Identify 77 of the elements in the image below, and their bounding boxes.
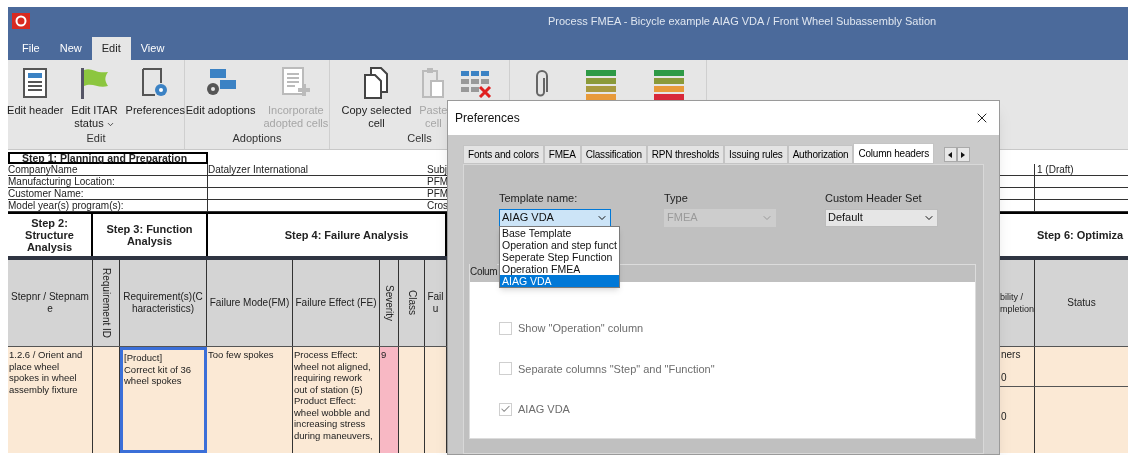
column-header: bility / mpletion (1000, 291, 1035, 315)
dropdown-option[interactable]: Operation FMEA (500, 263, 619, 275)
column-header: Status (1067, 297, 1096, 309)
tab[interactable]: Classification (580, 145, 647, 164)
column-header: Failure Mode(FM) (208, 297, 291, 309)
checkbox-label: Separate columns "Step" and "Function" (518, 361, 715, 377)
column-header: Severity (383, 284, 395, 322)
flag-icon (79, 67, 110, 99)
field-label: Template name: (499, 191, 579, 206)
ribbon-button[interactable]: Edit header (4, 60, 67, 130)
column-header: Failure Effect (FE) (294, 297, 378, 309)
clipboard-icon (421, 67, 446, 99)
left-arrow-icon (948, 151, 953, 158)
table-cell-text: 0 (1001, 411, 1008, 423)
table-cell: 1.2.6 / Orient and place wheel spokes in wheel assembly fixture (8, 347, 93, 453)
step-header: Step 2: Structure Analysis (8, 214, 93, 256)
column-header: Requirement ID (100, 268, 112, 338)
table-cell-text: 0 (1001, 372, 1008, 384)
info-label: PFM (427, 176, 447, 187)
paperclip-icon (534, 70, 548, 100)
info-label: Subj (427, 164, 447, 175)
group-label: Edit (85, 131, 107, 146)
info-label: Manufacturing Location: (8, 176, 208, 187)
column-header: Failu (426, 291, 445, 315)
window-title: Process FMEA - Bicycle example AIAG VDA / Front Wheel Subassembly Sation (548, 13, 937, 29)
info-value: 1 (Draft) (1037, 164, 1074, 175)
info-label: Customer Name: (8, 188, 208, 199)
tab[interactable]: Authorization (787, 145, 854, 164)
dropdown-option[interactable]: Seperate Step Function (500, 251, 619, 263)
column-header: Requirement(s)(Characteristics) (122, 291, 204, 315)
table-cell: Too few spokes (207, 347, 293, 453)
ribbon-button[interactable]: Copy selected cell (338, 60, 415, 130)
column-header: Class (405, 290, 418, 316)
info-label: PFM (427, 188, 447, 199)
dropdown-option[interactable]: AIAG VDA (500, 275, 619, 287)
tab[interactable]: Issuing rules (724, 145, 788, 164)
step-header: Step 3: Function Analysis (93, 214, 208, 256)
checkbox-label: AIAG VDA (518, 402, 570, 417)
colored-bars-icon (654, 70, 684, 100)
section-title: Step 1: Planning and Preparation (8, 152, 208, 164)
info-label: Cros (427, 200, 447, 211)
menu-tab[interactable]: File (12, 37, 50, 60)
menu-tab[interactable]: View (130, 37, 175, 60)
group-label: Cells (406, 131, 433, 146)
colored-bars-icon (586, 70, 616, 100)
right-arrow-icon (961, 151, 966, 158)
dropdown-option[interactable]: Operation and step funct (500, 239, 619, 251)
tab[interactable]: Column headers (853, 143, 934, 164)
table-cell: 9 (380, 347, 399, 453)
table-cell-text: ners (1001, 349, 1022, 361)
dropdown-field[interactable]: AIAG VDA (499, 208, 611, 227)
info-label: Model year(s) program(s): (8, 200, 208, 211)
info-value: Datalyzer International (208, 164, 309, 175)
column-header: Stepnr / Stepname (10, 291, 90, 315)
tab[interactable]: RPN thresholds (646, 145, 725, 164)
app-logo-icon (12, 13, 30, 29)
dialog-title: Preferences (455, 110, 520, 127)
field-label: Type (664, 191, 689, 206)
grid-delete-icon (460, 70, 493, 98)
info-label: CompanyName (8, 164, 208, 175)
page-gear-icon (141, 68, 170, 98)
field-label: Custom Header Set (825, 191, 923, 206)
document-icon (23, 68, 48, 98)
copy-icon (363, 67, 390, 99)
ribbon-button[interactable]: Edit ITAR status (68, 60, 121, 130)
step-header: Step 6: Optimiza (1036, 228, 1125, 243)
tab[interactable]: Fonts and colors (463, 145, 544, 164)
menu-tab[interactable]: Edit (91, 37, 131, 60)
tab[interactable]: FMEA (543, 145, 581, 164)
group-label: Adoptions (231, 131, 283, 146)
dropdown-option[interactable]: Base Template (500, 227, 619, 239)
scroll-left-button[interactable] (944, 147, 957, 162)
menu-tab[interactable]: New (49, 37, 92, 60)
checkbox-label: Show "Operation" column (518, 321, 644, 336)
dropdown-field[interactable]: Default (825, 208, 938, 227)
document-plus-icon (280, 67, 311, 99)
table-cell: [Product] Correct kit of 36 wheel spokes (120, 347, 207, 453)
